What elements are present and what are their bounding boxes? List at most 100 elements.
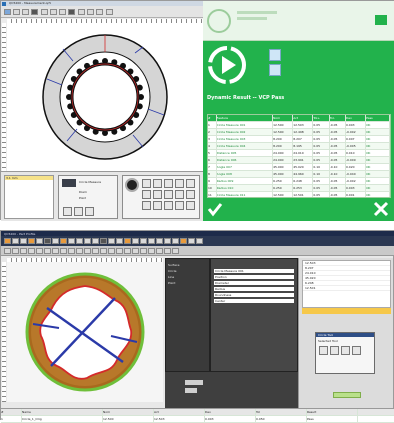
axis-icon[interactable] [187,237,195,244]
circle-tool-icon[interactable] [67,237,75,244]
tool-icon[interactable] [27,247,35,254]
tool-icon[interactable] [19,247,27,254]
fit-icon[interactable] [59,8,67,15]
tool-button[interactable] [153,201,162,210]
camera-icon[interactable] [27,237,35,244]
table-header-cell[interactable]: Tol+ [313,115,330,121]
dialog-tool-button[interactable] [319,346,328,355]
tool-button[interactable] [164,201,173,210]
settings-icon[interactable] [269,64,281,76]
zoom-icon[interactable] [35,237,43,244]
layout-icon[interactable] [163,237,171,244]
tool-button[interactable] [164,179,173,188]
line-tool-icon[interactable] [96,8,104,15]
dialog-tool-button[interactable] [352,346,361,355]
measure-icon[interactable] [77,8,85,15]
table-row[interactable]: 4 Circle Measure 004 8.200 8.195 0.05 -0.05 -0… [208,143,390,150]
tool-icon[interactable] [67,247,75,254]
zoom-out-icon[interactable] [49,8,57,15]
light-icon[interactable] [68,8,76,15]
point-tool-icon[interactable] [83,237,91,244]
tool-button[interactable] [175,201,184,210]
top-measure-canvas[interactable] [7,23,203,171]
tool-icon[interactable] [139,247,147,254]
footer-header-cell[interactable]: Name [22,409,103,415]
tool-button[interactable] [142,190,151,199]
open-icon[interactable] [3,8,11,15]
table-row[interactable]: 8 Angle 008 45.000 44.960 0.10 -0.10 -0.040 OK [208,171,390,178]
table-header-cell[interactable]: Act [293,115,314,121]
point-tool-icon[interactable] [105,8,113,15]
save-icon[interactable] [11,237,19,244]
tool-button[interactable] [175,190,184,199]
table-header-cell[interactable]: Feature [217,115,274,121]
footer-header-cell[interactable]: Nom [103,409,154,415]
export-icon[interactable] [115,237,123,244]
property-field[interactable]: Center [214,299,294,303]
tool-button[interactable] [153,190,162,199]
dialog-tool-button[interactable] [341,346,350,355]
tool-icon[interactable] [59,247,67,254]
tool-button[interactable] [153,179,162,188]
settings-icon[interactable] [139,237,147,244]
property-field[interactable]: Circle Measure 001 [214,269,294,273]
info-icon[interactable] [155,237,163,244]
feature-list-item[interactable]: Surface [168,263,207,267]
footer-header-cell[interactable]: Act [154,409,205,415]
table-row[interactable]: 5 Distance 005 24.000 24.010 0.05 -0.05 0.010 O… [208,150,390,157]
tool-button[interactable] [142,179,151,188]
tool-button[interactable] [175,179,184,188]
probe-icon[interactable] [179,237,187,244]
tool-icon[interactable] [115,247,123,254]
feature-list-item[interactable]: Circle [168,269,207,273]
strip-button[interactable] [185,388,197,393]
table-row[interactable]: 6 Distance 006 24.000 23.991 0.05 -0.05 -0.009… [208,157,390,164]
save-icon[interactable] [12,8,20,15]
footer-header-cell[interactable]: # [1,409,22,415]
tool-icon[interactable] [99,247,107,254]
help-icon[interactable] [147,237,155,244]
play-icon[interactable] [207,45,247,85]
tool-icon[interactable] [75,247,83,254]
circle-tool-icon[interactable] [87,8,95,15]
table-row[interactable]: 1 Circle Measure 001 12.500 12.503 0.05 -0.05… [208,122,390,129]
tool-button[interactable] [186,179,195,188]
tool-icon[interactable] [155,247,163,254]
table-row[interactable]: 9 Radius 009 6.250 6.248 0.05 -0.05 -0.002 OK [208,178,390,185]
property-field[interactable]: Position [214,275,294,279]
check-icon[interactable] [207,201,223,217]
print-icon[interactable] [19,237,27,244]
table-row[interactable]: 7 Angle 007 45.000 45.020 0.10 -0.10 0.020 OK [208,164,390,171]
camera-icon[interactable] [31,8,39,15]
panel-tool-button[interactable] [85,207,94,216]
feature-list-item[interactable]: Line [168,275,207,279]
table-header-cell[interactable]: # [208,115,217,121]
zoom-in-icon[interactable] [40,8,48,15]
tool-icon[interactable] [107,247,115,254]
table-row[interactable]: 11 Circle Measure 011 12.500 12.501 0.05 -0.0… [208,192,390,197]
tool-icon[interactable] [91,247,99,254]
tool-icon[interactable] [147,247,155,254]
panel-tool-button[interactable] [74,207,83,216]
run-icon[interactable] [123,237,131,244]
tool-button[interactable] [164,190,173,199]
bottom-camera-view[interactable] [7,262,163,402]
strip-button[interactable] [185,380,203,385]
filter-icon[interactable] [99,237,107,244]
tool-icon[interactable] [123,247,131,254]
feature-list-item[interactable]: Point [168,281,207,285]
tool-icon[interactable] [51,247,59,254]
stop-icon[interactable] [131,237,139,244]
tool-button[interactable] [186,190,195,199]
tool-button[interactable] [142,201,151,210]
open-icon[interactable] [3,237,11,244]
tool-icon[interactable] [11,247,19,254]
result-value[interactable]: 12.501 [303,286,390,291]
tool-icon[interactable] [163,247,171,254]
table-header-cell[interactable]: Pass [366,115,390,121]
tool-icon[interactable] [171,247,179,254]
table-header-cell[interactable]: Dev [346,115,367,121]
panel-tool-button[interactable] [63,207,72,216]
table-header-cell[interactable]: Tol- [330,115,346,121]
tool-icon[interactable] [35,247,43,254]
